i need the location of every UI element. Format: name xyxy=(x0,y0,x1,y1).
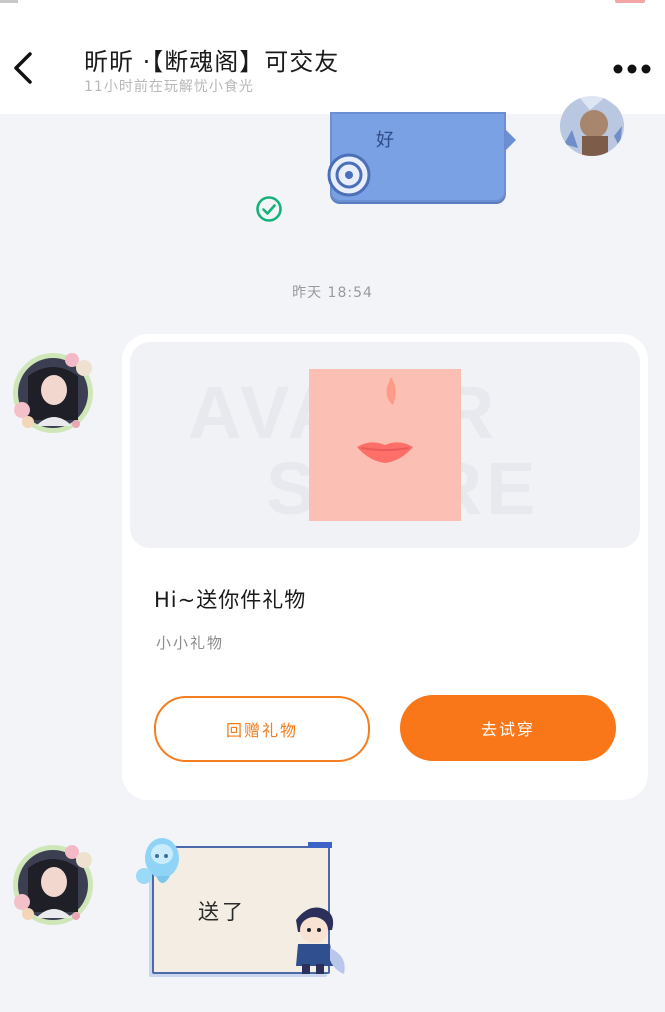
try-on-button[interactable]: 去试穿 xyxy=(400,695,616,761)
message-timestamp: 昨天 18:54 xyxy=(292,285,373,301)
gift-title: Hi~送你件礼物 xyxy=(154,588,307,612)
sender-avatar[interactable] xyxy=(10,350,96,436)
read-check-icon xyxy=(256,196,282,222)
bubble-character-icon xyxy=(296,907,345,974)
sender-avatar-image xyxy=(13,353,93,433)
chat-header: 昕昕 ·【断魂阁】可交友 11小时前在玩解忧小食光 xyxy=(0,4,665,114)
return-gift-button[interactable]: 回赠礼物 xyxy=(154,696,370,762)
bubble-ghost-icon xyxy=(136,838,179,884)
gift-subtitle: 小小礼物 xyxy=(156,634,225,652)
more-dots-icon xyxy=(613,64,651,74)
status-signal xyxy=(0,0,18,3)
gift-card[interactable]: AVATAR STORE Hi~送你件礼物 小小礼物 回赠礼物 去试穿 xyxy=(122,334,648,800)
bubble-tail xyxy=(504,128,516,152)
sender-avatar-2[interactable] xyxy=(10,842,96,928)
gift-preview: AVATAR STORE xyxy=(130,342,640,548)
received-message-text: 送了 xyxy=(198,900,246,924)
sent-message-bubble[interactable]: 好 xyxy=(327,112,516,202)
gift-item-image[interactable] xyxy=(309,369,461,521)
bubble-corner xyxy=(308,842,332,848)
my-avatar-image xyxy=(560,96,624,156)
chat-subtitle: 11小时前在玩解忧小食光 xyxy=(84,79,254,95)
my-avatar[interactable] xyxy=(560,96,624,156)
status-battery xyxy=(615,0,645,3)
more-button[interactable] xyxy=(606,58,654,80)
chat-title: 昕昕 ·【断魂阁】可交友 xyxy=(84,48,340,76)
bubble-swirl-icon xyxy=(327,153,371,197)
back-button[interactable] xyxy=(8,48,40,88)
sender-avatar-image xyxy=(13,845,93,925)
lips-icon xyxy=(357,377,413,463)
sent-message-text: 好 xyxy=(376,130,394,151)
back-arrow-icon xyxy=(14,52,32,84)
